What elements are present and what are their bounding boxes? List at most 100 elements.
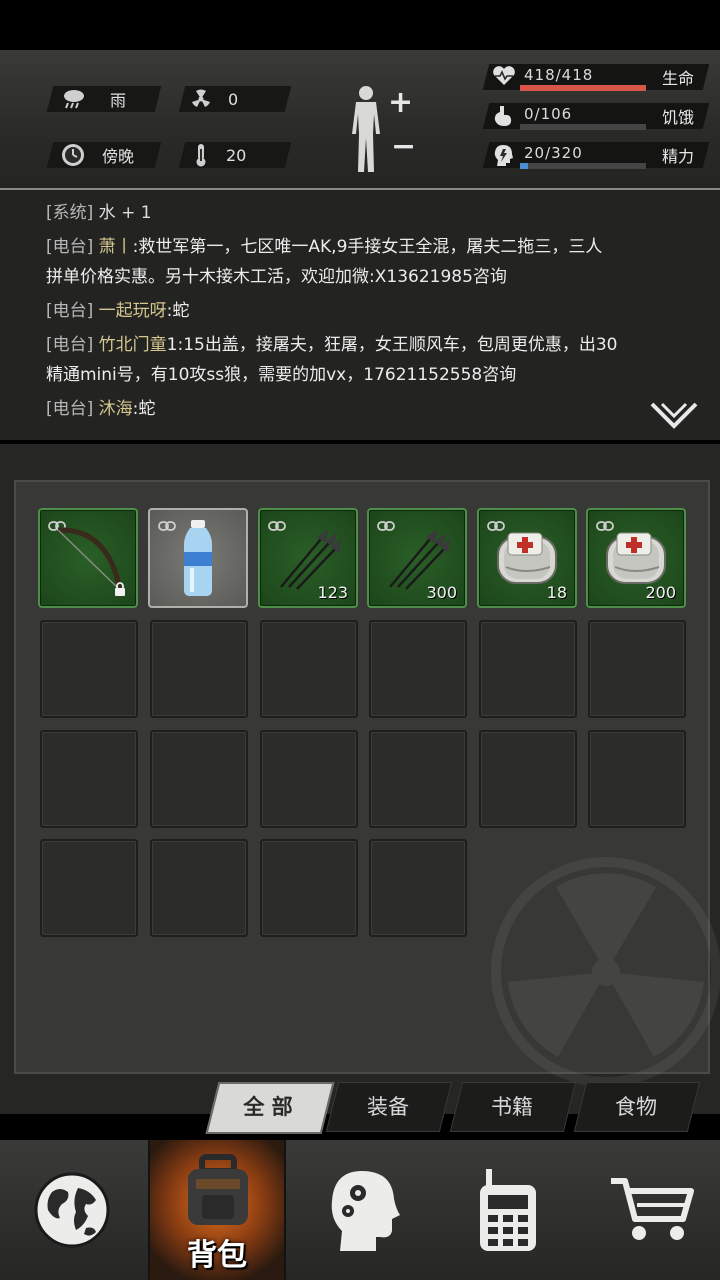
log-tag: [电台] [46,335,99,355]
log-text: :蛇 [166,301,190,321]
nav-radio-button[interactable] [436,1140,580,1280]
radiation-value: 0 [228,89,239,109]
minus-icon: − [391,129,417,164]
nav-backpack-button[interactable] [146,1146,290,1236]
radiation-indicator: 0 [190,86,238,112]
head-gears-icon [331,1171,400,1251]
plus-icon: + [388,85,414,120]
stomach-icon [492,104,514,126]
inventory-slot-empty[interactable] [479,730,577,828]
log-line: [电台] 萧丨:救世军第一，七区唯一AK,9手接女王全混，屠夫二拖三，三人 [46,232,680,262]
inventory-item[interactable]: 123 [258,508,358,608]
inventory-slot-empty[interactable] [369,730,467,828]
water-bottle-icon [150,510,246,606]
log-line: [电台] 一起玩呀:蛇 [46,296,680,326]
log-text: 拼单价格实惠。另十木接木工活，欢迎加微:X13621985咨询 [46,267,507,287]
tab-label[interactable]: 书籍 [456,1082,568,1130]
inventory-item[interactable]: 300 [367,508,467,608]
radiation-watermark-icon [491,857,720,1087]
tab-label[interactable]: 食物 [580,1082,692,1130]
log-tag: [电台] [46,399,99,419]
inventory-slot-empty[interactable] [40,620,138,718]
inventory-item[interactable]: 200 [586,508,686,608]
inventory-slot-empty[interactable] [369,620,467,718]
vital-value: 418/418 [524,66,594,84]
message-log[interactable]: [系统] 水 + 1 [电台] 萧丨:救世军第一，七区唯一AK,9手接女王全混，屠… [0,190,720,440]
globe-icon [34,1172,110,1248]
log-text: 精通mini号，有10攻ss狼，需要的加vx，17621152558咨询 [46,365,517,385]
temperature-value: 20 [226,145,247,165]
log-sender[interactable]: 萧丨 [99,237,133,257]
body-status-button[interactable]: + − [346,82,426,174]
rain-cloud-icon [64,90,84,109]
log-sender[interactable]: 竹北门童 [99,335,167,355]
clock-icon [62,144,84,166]
radiation-icon [192,89,210,107]
inventory-slot-empty[interactable] [150,730,248,828]
item-count: 123 [317,583,348,602]
item-count: 18 [546,583,567,602]
inventory-slot-empty[interactable] [260,839,358,937]
time-label: 傍晚 [102,147,135,166]
log-line: 精通mini号，有10攻ss狼，需要的加vx，17621152558咨询 [46,360,680,390]
vital-name: 精力 [662,147,695,166]
tab-label[interactable]: 全 部 [212,1082,324,1130]
log-tag: [电台] [46,301,99,321]
log-line: 拼单价格实惠。另十木接木工活，欢迎加微:X13621985咨询 [46,262,680,292]
item-count: 200 [645,583,676,602]
log-tag: [电台] [46,237,99,257]
inventory-slot-empty[interactable] [150,620,248,718]
log-text: :蛇 [132,399,156,419]
nav-world-button[interactable] [0,1140,144,1280]
nav-shop-button[interactable] [580,1140,720,1280]
nav-backpack-label: 背包 [187,1238,247,1273]
log-text: 水 + 1 [98,203,152,223]
log-line: [电台] 竹北门童1:15出盖，接屠夫，狂屠，女王顺风车，包周更优惠，出30 [46,330,680,360]
status-bar-area [0,0,720,50]
cart-icon [611,1178,694,1240]
vital-name: 饥饿 [662,108,695,127]
energy-head-icon [492,143,514,166]
log-sender[interactable]: 一起玩呀 [99,301,167,321]
vital-value: 0/106 [524,105,573,123]
nav-skills-button[interactable] [290,1140,434,1280]
inventory-item[interactable] [38,508,138,608]
inventory-slot-empty[interactable] [588,620,686,718]
vital-bar-track [520,163,646,169]
weather-label: 雨 [110,91,127,110]
vital-value: 20/320 [524,144,583,162]
time-indicator: 傍晚 [60,142,134,168]
inventory-slot-empty[interactable] [479,620,577,718]
inventory-slot-empty[interactable] [369,839,467,937]
inventory-tabs: 全 部装备 书籍 食物 [200,1082,710,1134]
inventory-item[interactable]: 18 [477,508,577,608]
temperature-indicator: 20 [194,142,246,168]
radio-icon [480,1169,536,1251]
log-tag: [系统] [46,203,99,223]
inventory-slot-empty[interactable] [260,620,358,718]
log-line: [电台] 沐海:蛇 [46,394,680,424]
vital-bar-track [520,124,646,130]
thermometer-icon [196,144,206,167]
vital-bar-fill [520,163,528,169]
chevron-down-icon[interactable] [650,402,698,432]
tab-label[interactable]: 装备 [332,1082,444,1130]
backpack-icon [188,1154,248,1225]
log-text: 1:15出盖，接屠夫，狂屠，女王顺风车，包周更优惠，出30 [166,335,618,355]
log-sender[interactable]: 沐海 [99,399,133,419]
inventory-slot-empty[interactable] [150,839,248,937]
human-body-icon [352,86,380,172]
item-count: 300 [426,583,457,602]
inventory-slot-empty[interactable] [40,730,138,828]
lock-icon [114,581,126,600]
weather-indicator: 雨 [62,86,126,112]
inventory-slot-empty[interactable] [588,730,686,828]
inventory-slot-empty[interactable] [260,730,358,828]
vital-bar-fill [520,85,646,91]
log-text: :救世军第一，七区唯一AK,9手接女王全混，屠夫二拖三，三人 [132,237,603,257]
inventory-item[interactable] [148,508,248,608]
log-line: [系统] 水 + 1 [46,198,680,228]
vital-name: 生命 [662,69,695,88]
inventory-slot-empty[interactable] [40,839,138,937]
heart-pulse-icon [492,65,515,87]
